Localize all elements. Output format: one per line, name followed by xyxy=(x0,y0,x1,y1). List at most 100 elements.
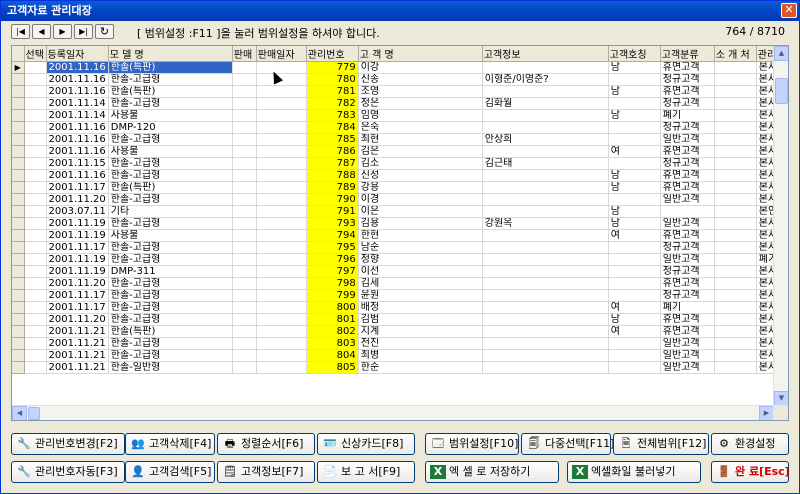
scroll-right-arrow-icon[interactable]: ▶ xyxy=(759,406,774,420)
customer-title-cell[interactable] xyxy=(608,337,661,350)
sale-cell[interactable] xyxy=(232,229,257,242)
customer-class-cell[interactable]: 일반고객 xyxy=(660,337,715,350)
customer-class-cell[interactable]: 휴면고객 xyxy=(660,61,715,74)
sale-date-cell[interactable] xyxy=(256,205,307,218)
row-selector-cell[interactable] xyxy=(12,85,25,98)
model-cell[interactable]: 한솔-고급형 xyxy=(108,313,233,326)
customer-name-cell[interactable]: 강용 xyxy=(358,181,483,194)
sale-date-cell[interactable] xyxy=(256,157,307,170)
table-row[interactable]: 2001.11.19 한솔-고급형 796 정향 일반고객 폐기 xyxy=(12,253,787,266)
select-cell[interactable] xyxy=(24,253,47,266)
sale-cell[interactable] xyxy=(232,145,257,158)
customer-name-cell[interactable]: 조영 xyxy=(358,85,483,98)
customer-class-cell[interactable]: 휴면고객 xyxy=(660,277,715,290)
customer-name-cell[interactable]: 최현 xyxy=(358,133,483,146)
customer-name-cell[interactable]: 윤원 xyxy=(358,289,483,302)
reg-date-cell[interactable]: 2001.11.21 xyxy=(46,361,109,374)
report-button[interactable]: 📄 보 고 서[F9] xyxy=(317,461,415,483)
sale-cell[interactable] xyxy=(232,313,257,326)
select-cell[interactable] xyxy=(24,313,47,326)
customer-class-cell[interactable]: 일반고객 xyxy=(660,133,715,146)
reg-date-cell[interactable]: 2001.11.17 xyxy=(46,181,109,194)
table-row[interactable]: 2001.11.20 한솔-고급형 798 김세 휴면고객 본사 xyxy=(12,277,787,290)
mgmt-no-cell[interactable]: 803 xyxy=(306,337,359,350)
referrer-cell[interactable] xyxy=(714,169,757,182)
table-row[interactable]: 2001.11.19 한솔-고급형 793 김용 강원옥 남 일반고객 본사 xyxy=(12,217,787,230)
customer-title-cell[interactable] xyxy=(608,193,661,206)
table-row[interactable]: 2001.11.16 DMP-120 784 은숙 정규고객 본사 xyxy=(12,121,787,134)
sort-button[interactable]: 🖶 정렬순서[F6] xyxy=(217,433,315,455)
column-header[interactable]: 판매일자 xyxy=(256,46,307,62)
column-header[interactable]: 고객정보 xyxy=(482,46,609,62)
table-row[interactable]: 2001.11.19 사용불 794 한현 여 휴면고객 본사 xyxy=(12,229,787,242)
customer-info-cell[interactable] xyxy=(482,265,609,278)
sale-date-cell[interactable] xyxy=(256,121,307,134)
row-selector-cell[interactable] xyxy=(12,277,25,290)
customer-info-cell[interactable] xyxy=(482,361,609,374)
reg-date-cell[interactable]: 2001.11.16 xyxy=(46,145,109,158)
referrer-cell[interactable] xyxy=(714,241,757,254)
model-cell[interactable]: 한솔-일반형 xyxy=(108,361,233,374)
customer-info-cell[interactable] xyxy=(482,325,609,338)
sale-cell[interactable] xyxy=(232,181,257,194)
customer-name-cell[interactable]: 정향 xyxy=(358,253,483,266)
customer-class-cell[interactable]: 정규고객 xyxy=(660,265,715,278)
scroll-left-arrow-icon[interactable]: ◀ xyxy=(12,406,27,420)
customer-info-cell[interactable] xyxy=(482,337,609,350)
row-selector-cell[interactable] xyxy=(12,205,25,218)
sale-cell[interactable] xyxy=(232,337,257,350)
reg-date-cell[interactable]: 2001.11.20 xyxy=(46,193,109,206)
sale-cell[interactable] xyxy=(232,193,257,206)
mgmt-no-cell[interactable]: 796 xyxy=(306,253,359,266)
settings-button[interactable]: ⚙ 환경설정 xyxy=(711,433,789,455)
referrer-cell[interactable] xyxy=(714,193,757,206)
sale-date-cell[interactable] xyxy=(256,85,307,98)
customer-title-cell[interactable] xyxy=(608,265,661,278)
reg-date-cell[interactable]: 2001.11.17 xyxy=(46,289,109,302)
customer-title-cell[interactable] xyxy=(608,133,661,146)
row-selector-cell[interactable] xyxy=(12,229,25,242)
customer-name-cell[interactable]: 배정 xyxy=(358,301,483,314)
reg-date-cell[interactable]: 2001.11.21 xyxy=(46,325,109,338)
last-record-button[interactable]: ▶| xyxy=(74,24,93,39)
customer-name-cell[interactable]: 정은 xyxy=(358,97,483,110)
table-row[interactable]: 2001.11.16 한솔(특판) 781 조영 남 휴면고객 본사 xyxy=(12,85,787,98)
column-header[interactable]: 등록일자 xyxy=(46,46,109,62)
customer-name-cell[interactable]: 김소 xyxy=(358,157,483,170)
customer-info-cell[interactable] xyxy=(482,313,609,326)
customer-title-cell[interactable]: 여 xyxy=(608,325,661,338)
select-cell[interactable] xyxy=(24,133,47,146)
row-selector-cell[interactable] xyxy=(12,169,25,182)
sale-date-cell[interactable] xyxy=(256,109,307,122)
sale-cell[interactable] xyxy=(232,61,257,74)
customer-title-cell[interactable]: 남 xyxy=(608,313,661,326)
sale-date-cell[interactable] xyxy=(256,313,307,326)
sale-date-cell[interactable] xyxy=(256,169,307,182)
customer-name-cell[interactable]: 신성 xyxy=(358,169,483,182)
customer-name-cell[interactable]: 임영 xyxy=(358,109,483,122)
customer-class-cell[interactable]: 휴면고객 xyxy=(660,181,715,194)
customer-title-cell[interactable]: 여 xyxy=(608,229,661,242)
referrer-cell[interactable] xyxy=(714,301,757,314)
select-cell[interactable] xyxy=(24,145,47,158)
select-cell[interactable] xyxy=(24,205,47,218)
customer-info-cell[interactable] xyxy=(482,349,609,362)
all-range-button[interactable]: 🗎 전체범위[F12] xyxy=(613,433,709,455)
row-selector-cell[interactable] xyxy=(12,217,25,230)
customer-info-cell[interactable]: 이형준/이영준? xyxy=(482,73,609,86)
mgmt-no-cell[interactable]: 779 xyxy=(306,61,359,74)
sale-date-cell[interactable] xyxy=(256,229,307,242)
row-selector-cell[interactable] xyxy=(12,73,25,86)
mgmt-no-cell[interactable]: 791 xyxy=(306,205,359,218)
customer-name-cell[interactable]: 한현 xyxy=(358,229,483,242)
mgmt-no-cell[interactable]: 801 xyxy=(306,313,359,326)
customer-name-cell[interactable]: 이선 xyxy=(358,265,483,278)
column-header[interactable]: 고객분류 xyxy=(660,46,715,62)
customer-class-cell[interactable]: 휴면고객 xyxy=(660,229,715,242)
excel-save-button[interactable]: X엑 셀 로 저장하기 xyxy=(425,461,559,483)
row-selector-cell[interactable] xyxy=(12,241,25,254)
exit-door-button[interactable]: 🚪 완 료[Esc] xyxy=(711,461,790,483)
customer-class-cell[interactable]: 정규고객 xyxy=(660,289,715,302)
column-header[interactable]: 모 델 명 xyxy=(108,46,233,62)
customer-info-cell[interactable] xyxy=(482,277,609,290)
